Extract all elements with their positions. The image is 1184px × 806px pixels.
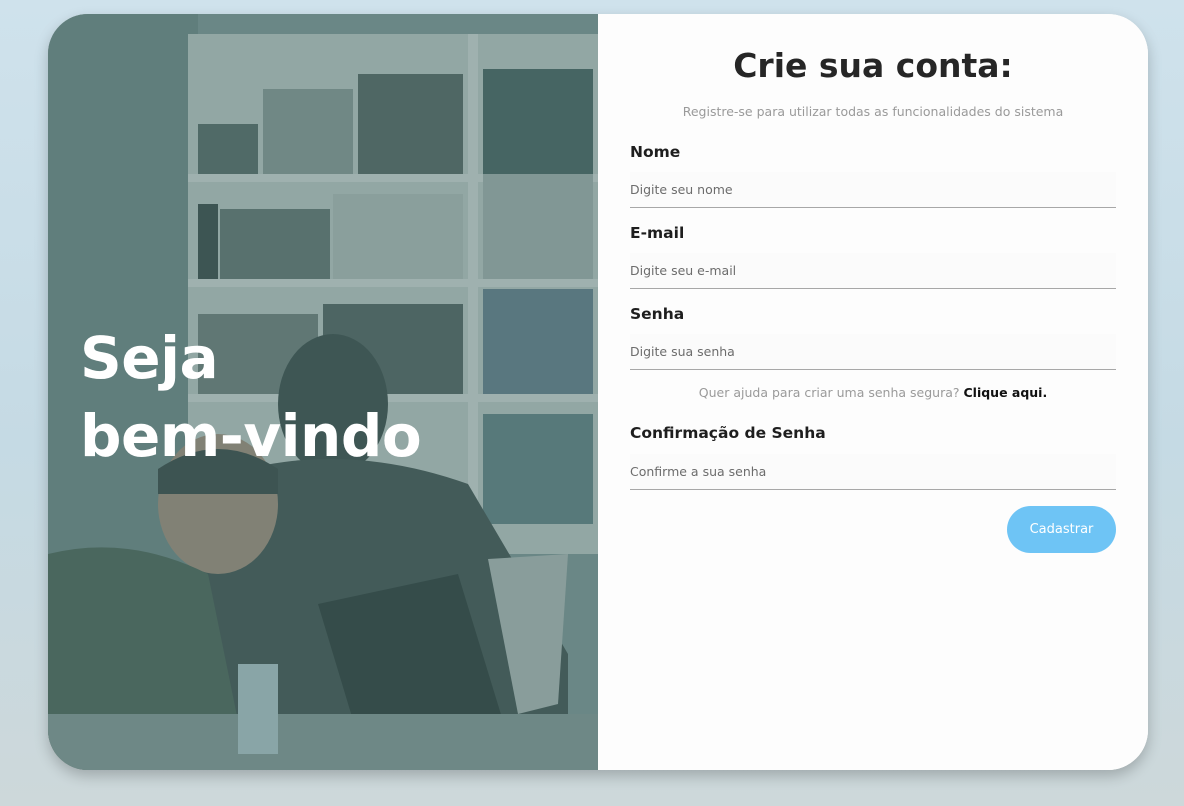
signup-form: Crie sua conta: Registre-se para utiliza… <box>598 14 1148 770</box>
welcome-panel: Seja bem-vindo <box>48 14 598 770</box>
form-title: Crie sua conta: <box>733 46 1013 85</box>
email-input[interactable] <box>630 253 1116 289</box>
password-help-text: Quer ajuda para criar uma senha segura? <box>698 385 960 400</box>
form-subtitle: Registre-se para utilizar todas as funci… <box>682 104 1064 119</box>
password-help: Quer ajuda para criar uma senha segura? … <box>598 385 1148 400</box>
confirm-password-label: Confirmação de Senha <box>630 424 826 442</box>
welcome-line-1: Seja <box>80 324 219 392</box>
register-button[interactable]: Cadastrar <box>1007 506 1116 553</box>
email-label: E-mail <box>630 224 685 242</box>
name-label: Nome <box>630 143 681 161</box>
confirm-password-input[interactable] <box>630 454 1116 490</box>
name-input[interactable] <box>630 172 1116 208</box>
password-label: Senha <box>630 305 685 323</box>
welcome-heading: Seja bem-vindo <box>80 319 422 475</box>
welcome-line-2: bem-vindo <box>80 402 422 470</box>
password-help-link[interactable]: Clique aqui. <box>963 385 1047 400</box>
password-input[interactable] <box>630 334 1116 370</box>
signup-card: Seja bem-vindo Crie sua conta: Registre-… <box>48 14 1148 770</box>
